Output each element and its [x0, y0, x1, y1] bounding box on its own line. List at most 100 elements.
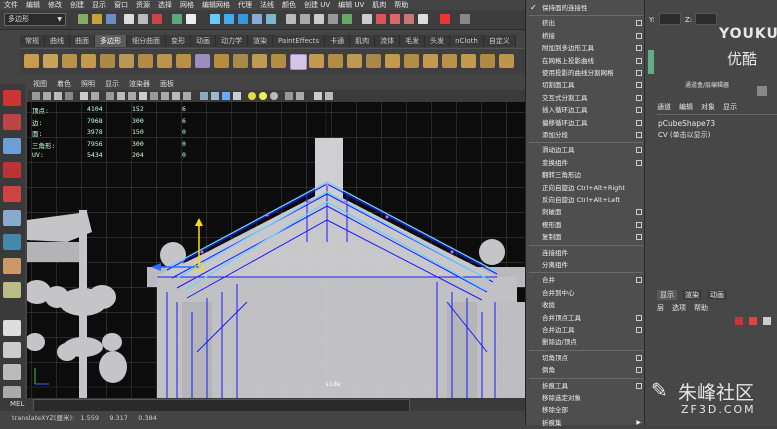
menu-item[interactable]: 刺破面: [526, 206, 646, 219]
input-line-icon[interactable]: [440, 14, 450, 24]
menu-item[interactable]: 附加到多边形工具: [526, 42, 646, 55]
last-tool-icon[interactable]: [3, 282, 21, 298]
menu-11[interactable]: 法线: [256, 0, 278, 10]
menu-item[interactable]: 反向自旋边 Ctrl+Alt+Left: [526, 194, 646, 207]
mask-icon[interactable]: [172, 14, 182, 24]
panel-menu-item[interactable]: 显示: [100, 79, 124, 90]
snap-curve-icon[interactable]: [300, 14, 310, 24]
wireframe-icon[interactable]: [200, 92, 208, 100]
menu-item[interactable]: 挤出: [526, 17, 646, 30]
channel-tab[interactable]: 显示: [723, 102, 737, 114]
menu-14[interactable]: 编辑 UV: [334, 0, 368, 10]
menu-item[interactable]: 移除全部: [526, 404, 646, 417]
shelf-tab[interactable]: 多边形: [95, 35, 127, 47]
spherical-map-icon[interactable]: [499, 54, 514, 68]
option-box-icon[interactable]: [636, 82, 642, 89]
option-box-icon[interactable]: [636, 147, 642, 154]
select-object-icon[interactable]: [138, 14, 148, 24]
poly-torus-icon[interactable]: [119, 54, 134, 68]
rotate-tool-icon[interactable]: [3, 186, 21, 202]
menu-item[interactable]: 合并顶点工具: [526, 312, 646, 325]
option-box-icon[interactable]: [636, 32, 642, 39]
edge-mask-icon[interactable]: [224, 14, 234, 24]
shelf-tab[interactable]: 头发: [425, 35, 451, 47]
menu-2[interactable]: 修改: [44, 0, 66, 10]
menu-item[interactable]: 变换组件: [526, 157, 646, 170]
poly-helix-icon[interactable]: [195, 54, 210, 68]
shelf-tab[interactable]: 曲线: [45, 35, 70, 47]
option-box-icon[interactable]: [636, 70, 642, 76]
paint-select-icon[interactable]: [3, 138, 21, 154]
menu-10[interactable]: 代理: [234, 0, 256, 10]
shelf-tab[interactable]: 变形: [166, 35, 191, 47]
menu-8[interactable]: 网格: [176, 0, 198, 10]
menu-1[interactable]: 编辑: [22, 0, 44, 10]
render-settings-icon[interactable]: [404, 14, 414, 24]
menu-item[interactable]: 切割面工具: [526, 79, 646, 92]
snap-plane-icon[interactable]: [328, 14, 338, 24]
menu-item[interactable]: 收拢: [526, 299, 646, 312]
layer-tab[interactable]: 渲染: [682, 290, 702, 300]
y-field[interactable]: [659, 13, 681, 25]
panel-menu-item[interactable]: 着色: [52, 79, 76, 90]
safe-title-icon[interactable]: [172, 92, 180, 100]
xray-icon[interactable]: [285, 92, 293, 100]
poly-cube-icon[interactable]: [43, 54, 58, 68]
all-lights-icon[interactable]: [259, 92, 267, 100]
split-icon[interactable]: [366, 54, 381, 68]
select-hierarchy-icon[interactable]: [124, 14, 134, 24]
safe-action-icon[interactable]: [161, 92, 169, 100]
new-scene-icon[interactable]: [78, 14, 88, 24]
ipr-render-icon[interactable]: [390, 14, 400, 24]
menu-4[interactable]: 显示: [88, 0, 110, 10]
channel-tab[interactable]: 对象: [701, 102, 715, 114]
panel-menu-item[interactable]: 视图: [28, 79, 52, 90]
option-box-icon[interactable]: [636, 221, 642, 228]
hypershade-icon[interactable]: [418, 14, 428, 24]
render-icon[interactable]: [376, 14, 386, 24]
cv-label[interactable]: CV (单击以显示): [658, 130, 710, 140]
option-box-icon[interactable]: [636, 367, 642, 374]
menu-5[interactable]: 窗口: [110, 0, 132, 10]
option-box-icon[interactable]: [636, 314, 642, 321]
layer-tab[interactable]: 动画: [707, 290, 727, 300]
manipulator-icon[interactable]: [3, 234, 21, 250]
default-light-icon[interactable]: [248, 92, 256, 100]
poly-prism-icon[interactable]: [138, 54, 153, 68]
textured-icon[interactable]: [233, 92, 241, 100]
option-box-icon[interactable]: [636, 20, 642, 27]
layer-menu-item[interactable]: 选项: [672, 303, 686, 314]
shelf-tab[interactable]: 动力学: [216, 35, 248, 47]
single-view-icon[interactable]: [3, 320, 21, 336]
field-chart-icon[interactable]: [150, 92, 158, 100]
new-layer-selected-icon[interactable]: [749, 317, 757, 325]
menu-item[interactable]: 楔形面: [526, 219, 646, 232]
menu-item[interactable]: 使用投影的曲线分割网格: [526, 67, 646, 80]
gate-mask-icon[interactable]: [139, 92, 147, 100]
panel-menu-item[interactable]: 面板: [155, 79, 179, 90]
layer-options-icon[interactable]: [763, 317, 771, 325]
menu-item[interactable]: 分离组件: [526, 259, 646, 272]
option-box-icon[interactable]: [636, 277, 642, 284]
planar-map-icon[interactable]: [461, 54, 476, 68]
soft-mod-icon[interactable]: [3, 258, 21, 274]
image-plane-icon[interactable]: [65, 92, 73, 100]
option-box-icon[interactable]: [636, 119, 642, 126]
new-layer-icon[interactable]: [735, 317, 743, 325]
viewport-side[interactable]: 顶点: 4104 152 6 边: 7968 300 6 面: 3978 150 0 三角形: 7956 3…: [27, 102, 525, 398]
combine-icon[interactable]: [252, 54, 267, 68]
menu-15[interactable]: 肌肉: [368, 0, 390, 10]
panel-menu-item[interactable]: 照明: [76, 79, 100, 90]
menu-item[interactable]: 交互式分割工具: [526, 92, 646, 105]
menu-0[interactable]: 文件: [0, 0, 22, 10]
high-quality-icon[interactable]: [325, 92, 333, 100]
layer-menu-item[interactable]: 层: [657, 303, 664, 314]
select-component-icon[interactable]: [152, 14, 162, 24]
toggle-hud-icon[interactable]: [183, 92, 191, 100]
poly-pyramid-icon[interactable]: [157, 54, 172, 68]
separate-icon[interactable]: [271, 54, 286, 68]
shade-wire-icon[interactable]: [222, 92, 230, 100]
camera-select-icon[interactable]: [32, 92, 40, 100]
xray-joints-icon[interactable]: [296, 92, 304, 100]
shelf-tab[interactable]: 自定义: [483, 35, 516, 47]
